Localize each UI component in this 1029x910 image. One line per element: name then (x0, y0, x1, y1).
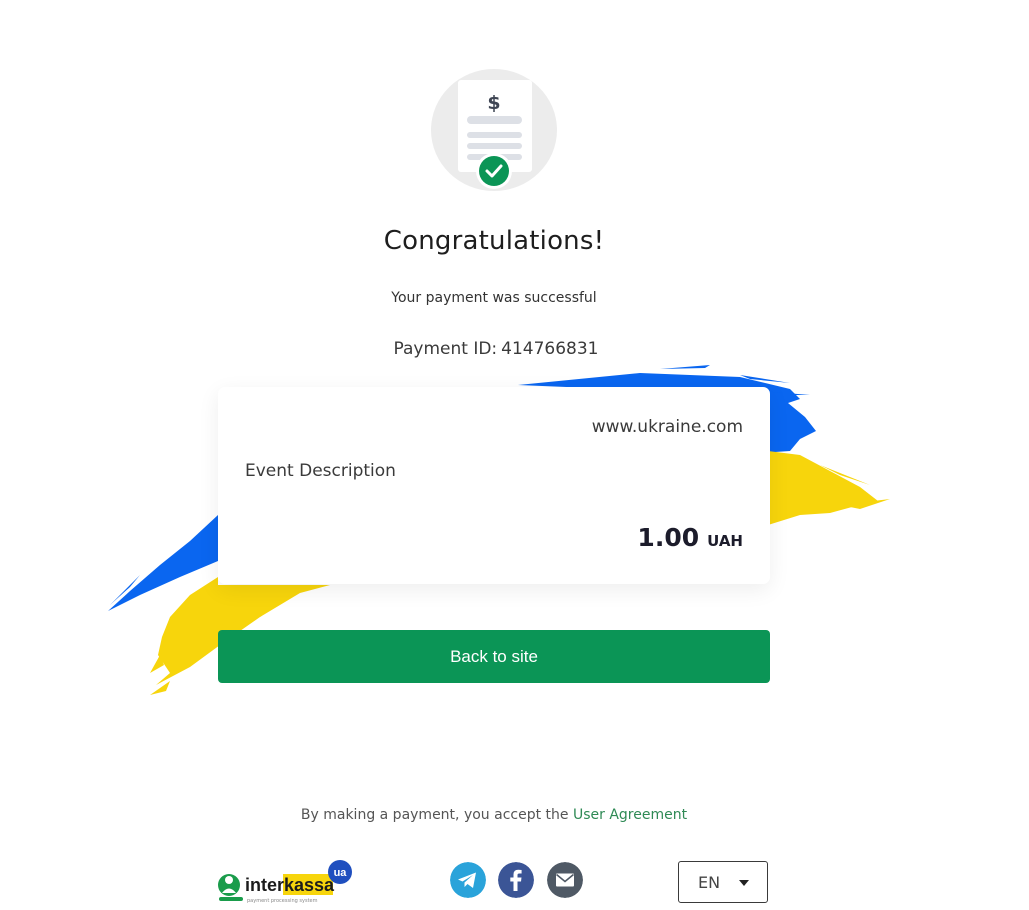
logo-tagline: payment processing system (247, 898, 318, 904)
event-description: Event Description (245, 461, 396, 481)
language-select[interactable]: EN (678, 861, 768, 903)
merchant-site: www.ukraine.com (591, 417, 743, 437)
success-message: Your payment was successful (391, 290, 597, 306)
payment-card: www.ukraine.com Event Description 1.00 U… (218, 387, 770, 584)
interkassa-logo[interactable]: interkassa ua payment processing system (217, 857, 357, 907)
dollar-symbol: $ (487, 92, 500, 114)
email-icon[interactable] (547, 862, 583, 898)
user-agreement-link[interactable]: User Agreement (573, 807, 687, 823)
chevron-down-icon (739, 880, 749, 886)
payment-amount: 1.00 UAH (637, 523, 743, 552)
page-title: Congratulations! (383, 226, 605, 256)
telegram-icon[interactable] (450, 862, 486, 898)
logo-badge: ua (334, 867, 348, 879)
receipt-check-icon: $ (431, 69, 557, 191)
agreement-text: By making a payment, you accept the (300, 807, 569, 823)
language-value: EN (698, 872, 721, 892)
amount-value: 1.00 (637, 523, 700, 552)
back-to-site-button[interactable]: Back to site (218, 630, 770, 683)
amount-currency: UAH (707, 532, 743, 550)
logo-name: interkassa (245, 875, 335, 895)
agreement-notice: By making a payment, you accept the User… (0, 807, 988, 823)
facebook-icon[interactable] (498, 862, 534, 898)
